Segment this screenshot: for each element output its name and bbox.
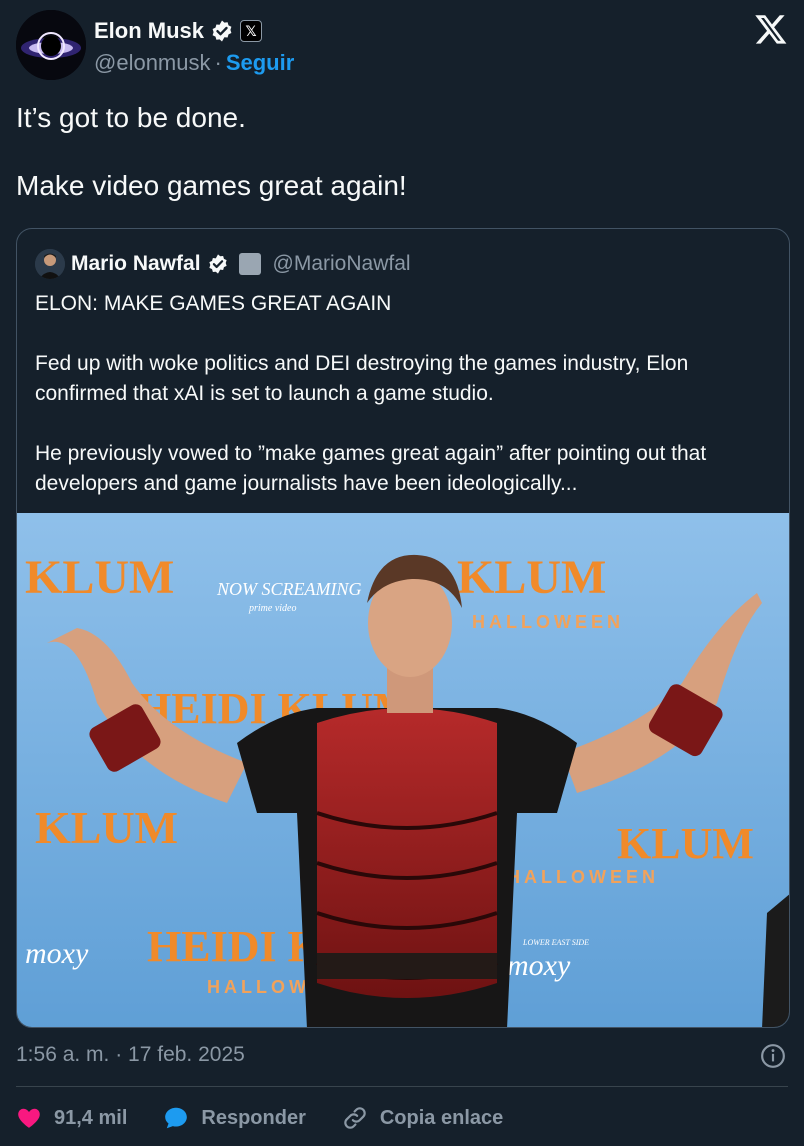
backdrop-word: prime video <box>248 603 297 614</box>
backdrop-word: HALLOWEEN <box>472 612 624 632</box>
backdrop-word: moxy <box>25 937 89 970</box>
backdrop-word: NOW SCREAMING <box>216 579 361 599</box>
copy-link-label: Copia enlace <box>379 1106 504 1129</box>
copy-link-button[interactable]: Copia enlace <box>342 1105 503 1131</box>
backdrop-word: KLUM <box>25 551 174 604</box>
tweet-text: It’s got to be done. Make video games gr… <box>16 100 786 204</box>
quote-text: ELON: MAKE GAMES GREAT AGAIN Fed up with… <box>35 289 775 499</box>
follow-button[interactable]: Seguir <box>226 50 294 76</box>
quoted-tweet-card[interactable]: Mario Nawfal @MarioNawfal ELON: MAKE GAM… <box>16 228 790 1028</box>
tweet-paragraph: Make video games great again! <box>16 170 407 201</box>
action-bar: 91,4 mil Responder Copia enlace <box>16 1100 539 1136</box>
quote-header: Mario Nawfal @MarioNawfal <box>35 249 411 279</box>
tweet: Elon Musk 𝕏 @elonmusk · Seguir It’s got … <box>0 0 804 1146</box>
info-icon[interactable] <box>760 1043 786 1069</box>
backdrop-word: moxy <box>507 949 571 982</box>
backdrop-word: KLUM <box>457 551 606 604</box>
author-name-row: Elon Musk 𝕏 <box>94 16 263 46</box>
affiliate-avatar-icon <box>238 253 261 275</box>
reply-button[interactable]: Responder <box>163 1105 306 1131</box>
speech-bubble-icon <box>165 1107 188 1129</box>
verified-badge-icon <box>212 20 232 42</box>
author-handle-row: @elonmusk · Seguir <box>94 50 294 76</box>
backdrop-word: LOWER EAST SIDE <box>522 938 589 947</box>
quote-author-name[interactable]: Mario Nawfal <box>71 252 201 276</box>
like-count: 91,4 mil <box>54 1106 128 1129</box>
author-avatar[interactable] <box>16 10 86 80</box>
quote-author-avatar[interactable] <box>35 249 65 279</box>
x-logo-icon[interactable] <box>754 12 788 46</box>
backdrop-word: KLUM <box>35 802 178 853</box>
heart-icon <box>18 1108 40 1128</box>
quote-paragraph: ELON: MAKE GAMES GREAT AGAIN <box>35 292 392 315</box>
author-name[interactable]: Elon Musk <box>94 18 204 44</box>
verified-badge-icon <box>208 254 227 274</box>
author-handle[interactable]: @elonmusk <box>94 50 211 76</box>
tweet-timestamp[interactable]: 1:56 a. m. · 17 feb. 2025 <box>16 1043 245 1067</box>
tweet-paragraph: It’s got to be done. <box>16 102 246 133</box>
handle-separator: · <box>214 50 222 75</box>
quote-paragraph: He previously vowed to ”make games great… <box>35 442 707 495</box>
like-button[interactable]: 91,4 mil <box>16 1105 127 1131</box>
link-icon <box>344 1107 366 1129</box>
x-affiliate-icon: 𝕏 <box>240 20 263 42</box>
quote-photo[interactable]: KLUM KLUM HEIDI KLUM KLUM KLUM HEIDI KLU… <box>17 513 789 1027</box>
divider <box>16 1086 788 1087</box>
quote-author-handle[interactable]: @MarioNawfal <box>273 252 411 276</box>
backdrop-word: HALLOWEEN <box>507 867 659 887</box>
backdrop-word: KLUM <box>617 819 754 868</box>
reply-label: Responder <box>201 1106 306 1129</box>
quote-paragraph: Fed up with woke politics and DEI destro… <box>35 352 689 405</box>
